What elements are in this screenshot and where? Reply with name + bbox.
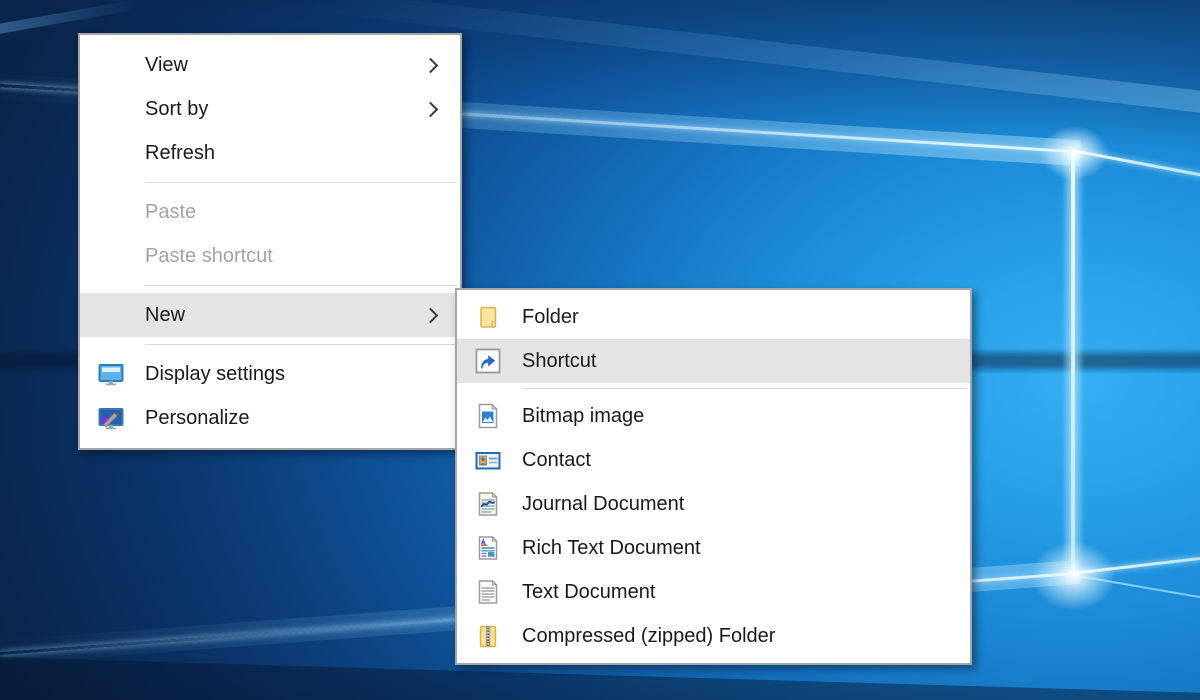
menu-separator	[145, 182, 457, 183]
windows-logo-vertical-line	[1071, 151, 1075, 577]
icon-slot	[97, 51, 125, 79]
menu-item-label: Folder	[522, 306, 948, 329]
personalize-icon	[97, 404, 125, 432]
display-settings-icon	[97, 360, 125, 388]
chevron-right-icon	[423, 101, 439, 117]
menu-item-label: Sort by	[145, 98, 425, 121]
menu-item-label: Contact	[522, 449, 948, 472]
menu-item-paste-shortcut: Paste shortcut	[80, 234, 460, 278]
menu-item-personalize[interactable]: Personalize	[80, 396, 460, 440]
new-submenu: Folder Shortcut Bitmap image	[455, 288, 972, 665]
menu-item-label: View	[145, 54, 425, 77]
desktop: View Sort by Refresh Paste Paste shortcu…	[0, 0, 1200, 700]
submenu-item-shortcut[interactable]: Shortcut	[457, 339, 970, 383]
menu-item-label: Rich Text Document	[522, 537, 948, 560]
submenu-item-compressed-folder[interactable]: Compressed (zipped) Folder	[457, 614, 970, 658]
submenu-item-contact[interactable]: Contact	[457, 438, 970, 482]
menu-item-refresh[interactable]: Refresh	[80, 131, 460, 175]
icon-slot	[97, 242, 125, 270]
chevron-right-icon	[423, 57, 439, 73]
contact-icon	[474, 446, 502, 474]
folder-icon	[474, 303, 502, 331]
windows-logo-bottom-corner-glow	[1018, 530, 1130, 622]
menu-item-label: Journal Document	[522, 493, 948, 516]
menu-item-label: Refresh	[145, 142, 438, 165]
menu-item-label: Shortcut	[522, 350, 948, 373]
menu-item-label: Bitmap image	[522, 405, 948, 428]
icon-slot	[97, 139, 125, 167]
menu-item-label: Paste shortcut	[145, 245, 438, 268]
journal-document-icon	[474, 490, 502, 518]
submenu-item-journal-document[interactable]: Journal Document	[457, 482, 970, 526]
submenu-item-bitmap-image[interactable]: Bitmap image	[457, 394, 970, 438]
submenu-item-rich-text-document[interactable]: Rich Text Document	[457, 526, 970, 570]
menu-item-label: New	[145, 304, 425, 327]
menu-item-view[interactable]: View	[80, 43, 460, 87]
menu-item-label: Personalize	[145, 407, 438, 430]
menu-item-sort-by[interactable]: Sort by	[80, 87, 460, 131]
icon-slot	[97, 301, 125, 329]
windows-logo-top-corner-glow	[1028, 117, 1120, 189]
icon-slot	[97, 198, 125, 226]
menu-item-new[interactable]: New	[80, 293, 460, 337]
menu-item-label: Text Document	[522, 581, 948, 604]
menu-separator	[522, 388, 967, 389]
shortcut-icon	[474, 347, 502, 375]
menu-separator	[145, 285, 457, 286]
bitmap-image-icon	[474, 402, 502, 430]
text-document-icon	[474, 578, 502, 606]
icon-slot	[97, 95, 125, 123]
menu-item-label: Display settings	[145, 363, 438, 386]
menu-item-label: Compressed (zipped) Folder	[522, 625, 948, 648]
menu-separator	[145, 344, 457, 345]
rich-text-document-icon	[474, 534, 502, 562]
menu-item-label: Paste	[145, 201, 438, 224]
menu-item-display-settings[interactable]: Display settings	[80, 352, 460, 396]
menu-item-paste: Paste	[80, 190, 460, 234]
chevron-right-icon	[423, 307, 439, 323]
desktop-context-menu: View Sort by Refresh Paste Paste shortcu…	[78, 33, 462, 450]
submenu-item-folder[interactable]: Folder	[457, 295, 970, 339]
zip-folder-icon	[474, 622, 502, 650]
submenu-item-text-document[interactable]: Text Document	[457, 570, 970, 614]
